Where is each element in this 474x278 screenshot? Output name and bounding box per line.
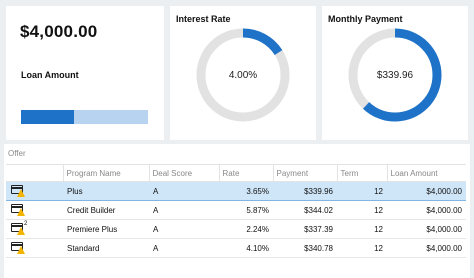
column-header-payment[interactable]: Payment [272,164,337,182]
rate-cell: 3.65% [219,181,273,201]
payment-cell: $340.78 [273,238,337,258]
offer-icon-cell[interactable] [6,200,63,220]
rate-cell: 4.10% [219,238,273,258]
loan-amount-value: $4,000.00 [20,22,98,41]
interest-rate-value: 4.00% [228,69,258,81]
deal-score-cell: A [149,238,219,258]
card-warning-icon[interactable] [10,203,26,216]
offer-panel-title: Offer [8,149,26,158]
column-header-deal-score[interactable]: Deal Score [148,164,219,182]
rate-cell: 5.87% [219,200,273,220]
column-header-rate[interactable]: Rate [218,164,273,182]
column-header-icon [6,164,63,182]
loan-amount-cell: $4,000.00 [387,200,466,220]
interest-rate-title: Interest Rate [176,14,231,24]
card-warning-icon[interactable]: 2 [10,220,28,235]
monthly-payment-value: $339.96 [376,69,414,81]
offer-icon-cell[interactable]: 2 [6,219,63,239]
payment-cell: $344.02 [273,200,337,220]
loan-amount-cell: $4,000.00 [387,238,466,258]
monthly-payment-title: Monthly Payment [328,14,403,24]
loan-amount-cell: $4,000.00 [387,181,466,201]
loan-amount-cell: $4,000.00 [387,219,466,239]
loan-amount-card: $4,000.00 Loan Amount [6,6,164,140]
offer-badge: 2 [24,220,28,227]
deal-score-cell: A [149,219,219,239]
offer-panel: Offer Program Name Deal Score Rate Payme… [4,144,470,278]
term-cell: 12 [337,200,387,220]
column-header-loan-amount[interactable]: Loan Amount [386,164,466,182]
loan-amount-bar-fill [21,110,75,124]
program-name-cell: Plus [63,181,149,201]
interest-rate-card: Interest Rate 4.00% [170,6,316,140]
monthly-payment-card: Monthly Payment $339.96 [322,6,468,140]
payment-cell: $337.39 [273,219,337,239]
table-row[interactable]: Standard A 4.10% $340.78 12 $4,000.00 [6,238,466,258]
table-row[interactable]: Plus A 3.65% $339.96 12 $4,000.00 [6,181,466,201]
table-row[interactable]: Credit Builder A 5.87% $344.02 12 $4,000… [6,200,466,220]
deal-score-cell: A [149,181,219,201]
loan-amount-label: Loan Amount [21,70,79,80]
term-cell: 12 [337,238,387,258]
term-cell: 12 [337,181,387,201]
column-header-program-name[interactable]: Program Name [62,164,149,182]
offer-icon-cell[interactable] [6,181,63,201]
table-row[interactable]: 2 Premiere Plus A 2.24% $337.39 12 $4,00… [6,219,466,239]
deal-score-cell: A [149,200,219,220]
loan-amount-bar [21,110,148,124]
column-header-term[interactable]: Term [336,164,387,182]
offers-table: Program Name Deal Score Rate Payment Ter… [6,164,466,258]
rate-cell: 2.24% [219,219,273,239]
card-warning-icon[interactable] [10,184,26,197]
term-cell: 12 [337,219,387,239]
program-name-cell: Premiere Plus [63,219,149,239]
card-warning-icon[interactable] [10,241,26,254]
offer-icon-cell[interactable] [6,238,63,258]
offers-header-row: Program Name Deal Score Rate Payment Ter… [6,164,466,182]
program-name-cell: Credit Builder [63,200,149,220]
payment-cell: $339.96 [273,181,337,201]
program-name-cell: Standard [63,238,149,258]
